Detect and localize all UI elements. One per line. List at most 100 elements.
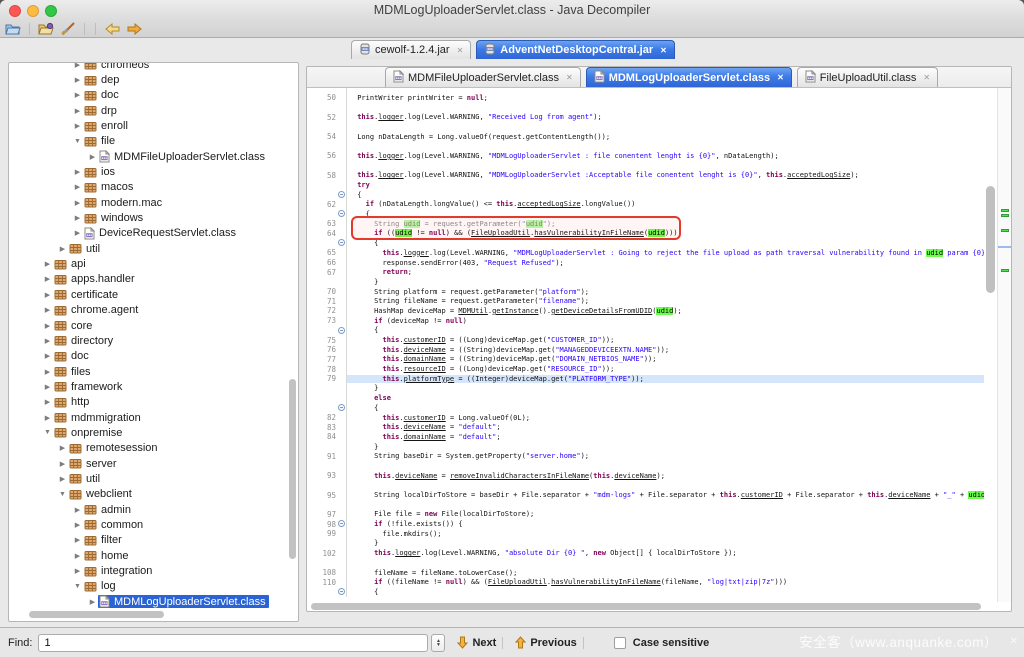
- tree-item-onpremise[interactable]: ▼onpremise: [9, 425, 298, 440]
- chevron-right-icon[interactable]: ▶: [72, 199, 83, 207]
- chevron-right-icon[interactable]: ▶: [42, 291, 53, 299]
- code-line-66[interactable]: 66 response.sendError(403, "Request Refu…: [307, 258, 984, 268]
- find-history-stepper[interactable]: ▲▼: [431, 634, 445, 652]
- tree-item-doc[interactable]: ▶doc: [9, 349, 298, 364]
- tab-close-icon[interactable]: ✕: [777, 73, 784, 82]
- tree-item-modern-mac[interactable]: ▶modern.mac: [9, 195, 298, 210]
- tree-item-core[interactable]: ▶core: [9, 318, 298, 333]
- tab-jar-adventnetdesktopcentral-jar[interactable]: AdventNetDesktopCentral.jar✕: [476, 40, 675, 59]
- code-line-98[interactable]: 98 if (!file.exists()) {: [307, 519, 984, 529]
- fold-collapse-icon[interactable]: [338, 191, 345, 198]
- code-line[interactable]: }: [307, 442, 984, 452]
- code-line-84[interactable]: 84 this.domainName = "default";: [307, 432, 984, 442]
- tree-item-files[interactable]: ▶files: [9, 364, 298, 379]
- tree-item-util[interactable]: ▶util: [9, 241, 298, 256]
- chevron-right-icon[interactable]: ▶: [72, 521, 83, 529]
- code-line[interactable]: else: [307, 393, 984, 403]
- tree-item-mdmfileuploaderservlet-class[interactable]: ▶MDMFileUploaderServlet.class: [9, 149, 298, 164]
- code-line-77[interactable]: 77 this.domainName = ((String)deviceMap.…: [307, 355, 984, 365]
- sidebar-vertical-scrollbar[interactable]: [289, 379, 296, 559]
- code-line[interactable]: }: [307, 539, 984, 549]
- code-line-99[interactable]: 99 file.mkdirs();: [307, 529, 984, 539]
- tree-item-common[interactable]: ▶common: [9, 517, 298, 532]
- tree-item-ios[interactable]: ▶ios: [9, 164, 298, 179]
- tree-item-util[interactable]: ▶util: [9, 471, 298, 486]
- find-previous-button[interactable]: Previous: [530, 637, 576, 649]
- code-line[interactable]: [307, 103, 984, 113]
- fold-collapse-icon[interactable]: [338, 588, 345, 595]
- code-line[interactable]: [307, 558, 984, 568]
- code-line-52[interactable]: 52 this.logger.log(Level.WARNING, "Recei…: [307, 112, 984, 122]
- code-line-95[interactable]: 95 String localDirToStore = baseDir + Fi…: [307, 490, 984, 500]
- current-line-marker[interactable]: [998, 246, 1011, 248]
- tree-item-http[interactable]: ▶http: [9, 395, 298, 410]
- fold-collapse-icon[interactable]: [338, 404, 345, 411]
- code-line-65[interactable]: 65 this.logger.log(Level.WARNING, "MDMLo…: [307, 248, 984, 258]
- chevron-right-icon[interactable]: ▶: [57, 245, 68, 253]
- tree-item-filter[interactable]: ▶filter: [9, 533, 298, 548]
- search-hit-marker[interactable]: [1001, 214, 1009, 217]
- tree-item-mdmmigration[interactable]: ▶mdmmigration: [9, 410, 298, 425]
- chevron-down-icon[interactable]: ▼: [57, 491, 68, 498]
- chevron-right-icon[interactable]: ▶: [72, 536, 83, 544]
- tab-close-icon[interactable]: ✕: [660, 46, 667, 55]
- tree-item-certificate[interactable]: ▶certificate: [9, 287, 298, 302]
- code-line-83[interactable]: 83 this.deviceName = "default";: [307, 422, 984, 432]
- tree-item-log[interactable]: ▼log: [9, 579, 298, 594]
- code-line-91[interactable]: 91 String baseDir = System.getProperty("…: [307, 451, 984, 461]
- chevron-right-icon[interactable]: ▶: [72, 62, 83, 69]
- tab-close-icon[interactable]: ✕: [566, 73, 573, 82]
- chevron-right-icon[interactable]: ▶: [42, 337, 53, 345]
- tree-item-chromeos[interactable]: ▶chromeos: [9, 62, 298, 72]
- chevron-right-icon[interactable]: ▶: [72, 552, 83, 560]
- chevron-right-icon[interactable]: ▶: [57, 444, 68, 452]
- code-line[interactable]: {: [307, 209, 984, 219]
- tree-item-mdmloguploaderservlet-class[interactable]: ▶MDMLogUploaderServlet.class: [9, 594, 298, 609]
- chevron-right-icon[interactable]: ▶: [87, 598, 98, 606]
- tree-item-windows[interactable]: ▶windows: [9, 210, 298, 225]
- find-previous-icon[interactable]: [515, 636, 526, 649]
- code-line[interactable]: }: [307, 384, 984, 394]
- tree-item-home[interactable]: ▶home: [9, 548, 298, 563]
- code-line[interactable]: [307, 500, 984, 510]
- code-line[interactable]: [307, 481, 984, 491]
- chevron-right-icon[interactable]: ▶: [72, 76, 83, 84]
- chevron-right-icon[interactable]: ▶: [72, 506, 83, 514]
- chevron-right-icon[interactable]: ▶: [72, 122, 83, 130]
- chevron-right-icon[interactable]: ▶: [42, 275, 53, 283]
- code-line[interactable]: try: [307, 180, 984, 190]
- code-line-58[interactable]: 58 this.logger.log(Level.WARNING, "MDMLo…: [307, 171, 984, 181]
- search-hit-marker[interactable]: [1001, 229, 1009, 232]
- code-line[interactable]: [307, 461, 984, 471]
- code-editor[interactable]: 50 PrintWriter printWriter = null; 52 thi…: [307, 88, 984, 602]
- chevron-right-icon[interactable]: ▶: [42, 306, 53, 314]
- code-line-56[interactable]: 56 this.logger.log(Level.WARNING, "MDMLo…: [307, 151, 984, 161]
- code-line-82[interactable]: 82 this.customerID = Long.valueOf(0L);: [307, 413, 984, 423]
- case-sensitive-checkbox[interactable]: [614, 637, 626, 649]
- tree-item-drp[interactable]: ▶drp: [9, 103, 298, 118]
- paintbrush-icon[interactable]: [60, 21, 76, 36]
- tree-item-enroll[interactable]: ▶enroll: [9, 118, 298, 133]
- chevron-right-icon[interactable]: ▶: [42, 383, 53, 391]
- tree-item-chrome-agent[interactable]: ▶chrome.agent: [9, 303, 298, 318]
- tree-item-file[interactable]: ▼file: [9, 134, 298, 149]
- package-explorer[interactable]: ▶chromeos▶dep▶doc▶drp▶enroll▼file▶MDMFil…: [8, 62, 299, 622]
- tree-item-apps-handler[interactable]: ▶apps.handler: [9, 272, 298, 287]
- chevron-right-icon[interactable]: ▶: [72, 107, 83, 115]
- tab-close-icon[interactable]: ✕: [457, 46, 464, 55]
- chevron-right-icon[interactable]: ▶: [72, 168, 83, 176]
- tree-item-macos[interactable]: ▶macos: [9, 180, 298, 195]
- chevron-right-icon[interactable]: ▶: [42, 352, 53, 360]
- tree-item-webclient[interactable]: ▼webclient: [9, 487, 298, 502]
- code-vertical-scrollbar[interactable]: [984, 88, 997, 602]
- chevron-right-icon[interactable]: ▶: [42, 260, 53, 268]
- tab-class-mdmloguploaderservlet-class[interactable]: MDMLogUploaderServlet.class✕: [586, 67, 792, 87]
- code-line-75[interactable]: 75 this.customerID = ((Long)deviceMap.ge…: [307, 335, 984, 345]
- find-next-button[interactable]: Next: [472, 637, 496, 649]
- code-line[interactable]: [307, 141, 984, 151]
- tree-item-server[interactable]: ▶server: [9, 456, 298, 471]
- code-line-50[interactable]: 50 PrintWriter printWriter = null;: [307, 93, 984, 103]
- code-line-54[interactable]: 54 Long nDataLength = Long.valueOf(reque…: [307, 132, 984, 142]
- tree-item-doc[interactable]: ▶doc: [9, 88, 298, 103]
- chevron-right-icon[interactable]: ▶: [57, 475, 68, 483]
